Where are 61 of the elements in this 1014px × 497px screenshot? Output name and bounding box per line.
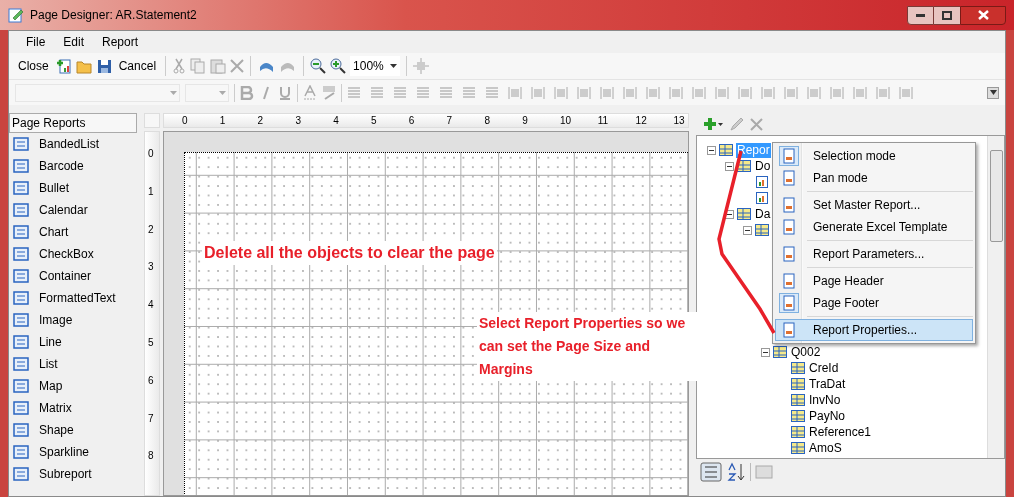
ruler-number: 5 [148, 337, 154, 349]
ruler-number: 6 [148, 374, 154, 387]
toolbox-item-label: Chart [39, 224, 69, 241]
toolbox-item-label: FormattedText [39, 290, 116, 307]
menu-item-label: Pan mode [813, 170, 868, 187]
tree-node-label: InvNo [808, 392, 842, 408]
ruler-number: 8 [484, 114, 490, 127]
toolbox-item-label: Barcode [39, 158, 84, 175]
menu-item-label: Selection mode [813, 148, 896, 165]
ruler-number: 6 [408, 114, 415, 127]
toolbox-item-label: Matrix [39, 400, 72, 417]
toolbox-item-label: Map [39, 378, 63, 395]
ruler-number: 12 [635, 114, 647, 127]
zoom-value: 100% [353, 58, 384, 75]
ruler-number: 10 [560, 114, 572, 127]
toolbox-item-label: Subreport [39, 466, 92, 483]
ruler-number: 9 [522, 114, 528, 127]
ruler-number: 5 [371, 114, 377, 127]
toolbox-item-label: BandedList [39, 136, 100, 153]
tree-node-label: AmoS [808, 440, 843, 456]
annotation-text: Delete all the objects to clear the page [202, 241, 497, 265]
ruler-number: 4 [333, 114, 339, 127]
ruler-number: 11 [597, 114, 609, 127]
tree-node-label: Da [754, 206, 772, 222]
ruler-number: 2 [257, 114, 264, 127]
ruler-number: 1 [219, 114, 226, 127]
toolbox-item-label: Sparkline [39, 444, 90, 461]
toolbox-item-label: Image [39, 312, 73, 329]
tree-node-label: PayNo [808, 408, 847, 424]
window-title: Page Designer: AR.Statement2 [30, 7, 197, 24]
tree-node-label: TraDat [808, 376, 847, 392]
tree-node-label: Repor [736, 142, 771, 158]
toolbox-item-label: Bullet [39, 180, 70, 197]
toolbox-item-label: List [39, 356, 58, 373]
ruler-number: 1 [148, 185, 154, 198]
tree-node-label: Q002 [790, 344, 822, 360]
ruler-number: 0 [182, 114, 188, 127]
toolbox-item-label: CheckBox [39, 246, 94, 263]
ruler-number: 3 [295, 114, 301, 127]
ruler-number: 2 [148, 223, 154, 236]
toolbox-item-label: Calendar [39, 202, 88, 219]
panel-header: Page Reports [9, 113, 137, 133]
toolbox-item-label: Line [39, 334, 62, 351]
ruler-number: 7 [148, 412, 154, 425]
ruler-number: 0 [148, 148, 154, 160]
ruler-number: 4 [148, 299, 154, 312]
ruler-number: 13 [673, 114, 685, 127]
menu-item-label: Report Properties... [813, 322, 918, 339]
menu-item-label: Page Header [813, 273, 884, 290]
menu-item-label: Page Footer [813, 295, 880, 312]
toolbox-item-label: Shape [39, 422, 74, 439]
tree-node-label: CreId [808, 360, 840, 376]
menu-item-label: Report Parameters... [813, 246, 925, 263]
ruler-number: 3 [148, 261, 154, 274]
tree-node-label: Do [754, 158, 772, 174]
toolbox-item-label: Container [39, 268, 92, 285]
ruler-number: 7 [446, 114, 453, 127]
menu-item-label: Set Master Report... [813, 197, 921, 214]
tree-node-label: Reference1 [808, 424, 873, 440]
ruler-number: 8 [148, 450, 154, 463]
menu-item-label: Generate Excel Template [813, 219, 948, 236]
